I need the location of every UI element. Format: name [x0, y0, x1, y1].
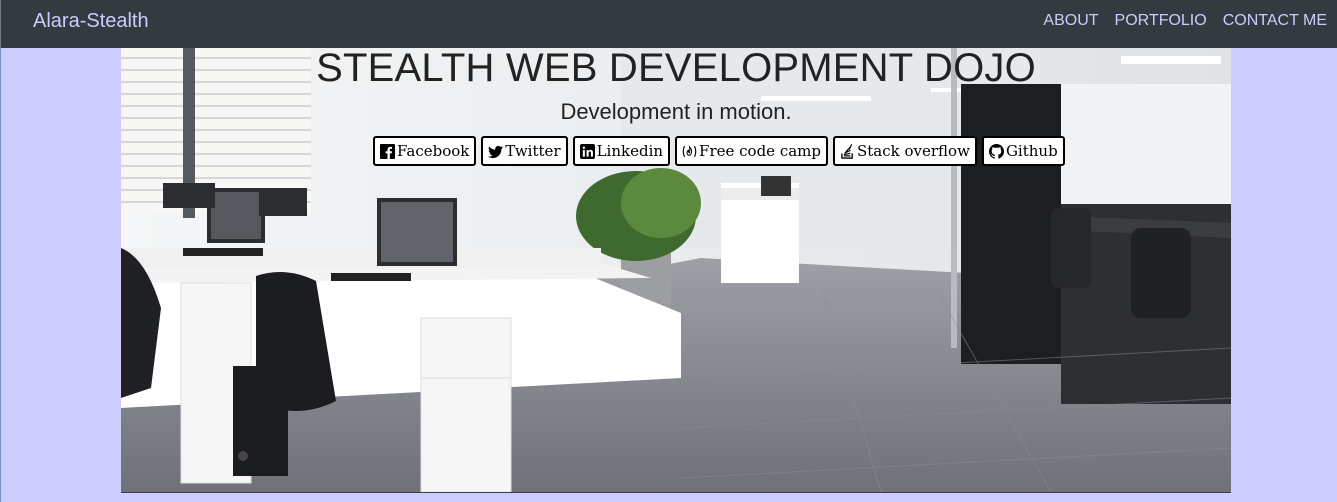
freecodecamp-button[interactable]: Free code camp	[675, 136, 828, 166]
brand-link[interactable]: Alara-Stealth	[33, 10, 149, 32]
twitter-label: Twitter	[505, 142, 561, 160]
stackoverflow-button[interactable]: Stack overflow	[833, 136, 977, 166]
nav-link-about[interactable]: ABOUT	[1043, 11, 1098, 31]
twitter-button[interactable]: Twitter	[481, 136, 568, 166]
github-label: Github	[1005, 142, 1058, 160]
social-links: Facebook Twitter Linkedin Free code camp	[373, 136, 1065, 166]
stackoverflow-icon	[840, 143, 855, 159]
linkedin-button[interactable]: Linkedin	[572, 136, 671, 166]
page-left-border	[0, 48, 1, 502]
page-subtitle: Development in motion.	[560, 99, 792, 124]
freecodecamp-label: Free code camp	[699, 142, 821, 160]
nav-link-portfolio[interactable]: PORTFOLIO	[1115, 11, 1207, 31]
github-button[interactable]: Github	[981, 136, 1065, 166]
twitter-icon	[488, 144, 504, 159]
linkedin-icon	[579, 143, 595, 159]
github-icon	[988, 143, 1004, 159]
nav-links: ABOUT PORTFOLIO CONTACT ME	[1043, 11, 1327, 31]
stackoverflow-label: Stack overflow	[857, 142, 970, 160]
freecodecamp-icon	[682, 144, 697, 159]
page-title: STEALTH WEB DEVELOPMENT DOJO	[316, 48, 1036, 90]
nav-link-contact[interactable]: CONTACT ME	[1223, 11, 1327, 31]
linkedin-label: Linkedin	[596, 142, 664, 160]
facebook-button[interactable]: Facebook	[373, 136, 477, 166]
navbar: Alara-Stealth ABOUT PORTFOLIO CONTACT ME	[0, 0, 1337, 48]
facebook-label: Facebook	[397, 142, 470, 160]
hero-section: STEALTH WEB DEVELOPMENT DOJO Development…	[121, 48, 1231, 493]
facebook-icon	[380, 143, 395, 159]
